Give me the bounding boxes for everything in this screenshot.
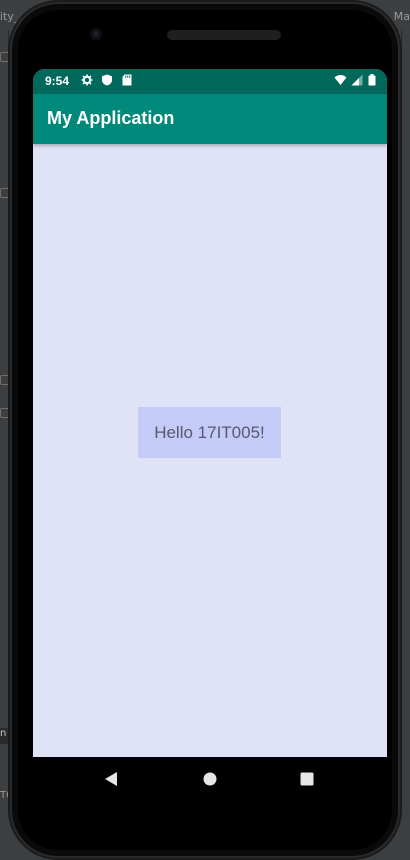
ide-tab-label-right[interactable]: Ma — [394, 10, 410, 23]
ide-bottom-text: T0 — [0, 790, 13, 801]
gutter-fold-icon[interactable] — [0, 375, 10, 385]
recents-icon[interactable] — [300, 772, 314, 786]
signal-icon — [351, 74, 363, 86]
shield-icon — [102, 74, 112, 86]
gutter-fold-icon[interactable] — [0, 188, 10, 198]
hello-textview: Hello 17IT005! — [138, 407, 281, 458]
home-icon[interactable] — [203, 772, 217, 786]
hello-text: Hello 17IT005! — [154, 422, 265, 442]
app-title: My Application — [47, 108, 175, 128]
sd-card-icon — [122, 74, 132, 86]
gutter-fold-icon[interactable] — [0, 408, 10, 418]
navigation-bar — [33, 757, 387, 803]
phone-frame: 9:54 My Application Hello 17IT005! — [12, 4, 398, 856]
battery-icon — [368, 74, 376, 86]
settings-icon — [81, 74, 93, 86]
front-camera — [90, 28, 102, 40]
app-bar: My Application — [33, 94, 387, 144]
gutter-fold-icon[interactable] — [0, 52, 10, 62]
ide-right-gutter — [401, 30, 410, 720]
wifi-icon — [334, 75, 347, 85]
back-icon[interactable] — [104, 771, 118, 787]
status-bar: 9:54 — [33, 69, 387, 94]
ide-tab-label[interactable]: ity_ — [0, 10, 19, 23]
earpiece-speaker — [167, 30, 281, 40]
status-time: 9:54 — [45, 74, 70, 88]
device-screen: 9:54 My Application Hello 17IT005! — [33, 69, 387, 757]
